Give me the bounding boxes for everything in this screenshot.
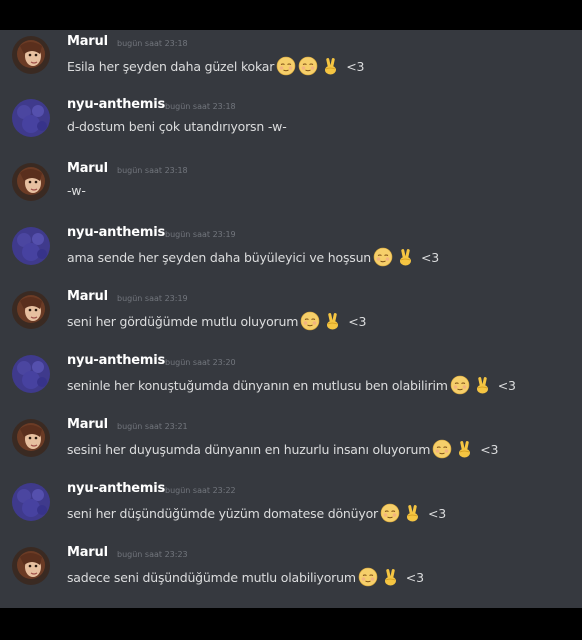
avatar[interactable] xyxy=(12,291,50,329)
avatar[interactable] xyxy=(12,227,50,265)
victory-hand-icon xyxy=(322,311,342,331)
message-content: seni her düşündüğümde yüzüm domatese dön… xyxy=(67,503,446,523)
relieved-face-icon xyxy=(380,503,400,523)
message-text: sesini her duyuşumda dünyanın en huzurlu… xyxy=(67,441,431,457)
message-text: Esila her şeyden daha güzel kokar xyxy=(67,58,275,74)
victory-hand-icon xyxy=(402,503,422,523)
avatar[interactable] xyxy=(12,36,50,74)
message[interactable]: nyu-anthemis bugün saat 23:19 ama sende he… xyxy=(0,225,582,285)
message[interactable]: Marul bugün saat 23:19 seni her gördüğümde… xyxy=(0,289,582,349)
message-timestamp: bugün saat 23:21 xyxy=(117,422,188,431)
message-suffix: <3 xyxy=(497,377,516,393)
avatar[interactable] xyxy=(12,355,50,393)
avatar[interactable] xyxy=(12,547,50,585)
victory-hand-icon xyxy=(454,439,474,459)
relieved-face-icon xyxy=(450,375,470,395)
message-suffix: <3 xyxy=(480,441,499,457)
message-timestamp: bugün saat 23:23 xyxy=(117,550,188,559)
message-timestamp: bugün saat 23:20 xyxy=(165,358,236,367)
message[interactable]: Marul bugün saat 23:21 sesini her duyuşumd… xyxy=(0,417,582,477)
victory-hand-icon xyxy=(380,567,400,587)
message-author[interactable]: Marul xyxy=(67,417,108,432)
message-content: seni her gördüğümde mutlu oluyorum <3 xyxy=(67,311,366,331)
message-text: -w- xyxy=(67,183,86,198)
message-content: sadece seni düşündüğümde mutlu olabiliyo… xyxy=(67,567,424,587)
message-author[interactable]: nyu-anthemis xyxy=(67,225,165,240)
message-content: seninle her konuştuğumda dünyanın en mut… xyxy=(67,375,516,395)
message-text: d-dostum beni çok utandırıyorsn -w- xyxy=(67,119,287,134)
message-timestamp: bugün saat 23:19 xyxy=(165,230,236,239)
message-content: d-dostum beni çok utandırıyorsn -w- xyxy=(67,119,287,134)
message-text: sadece seni düşündüğümde mutlu olabiliyo… xyxy=(67,569,356,585)
relieved-face-icon xyxy=(298,56,318,76)
relieved-face-icon xyxy=(276,56,296,76)
message-suffix: <3 xyxy=(421,249,440,265)
relieved-face-icon xyxy=(432,439,452,459)
message[interactable]: Marul bugün saat 23:18 -w- xyxy=(0,161,582,221)
message-timestamp: bugün saat 23:22 xyxy=(165,486,236,495)
message-text: ama sende her şeyden daha büyüleyici ve … xyxy=(67,249,372,265)
message-timestamp: bugün saat 23:18 xyxy=(117,39,188,48)
message-suffix: <3 xyxy=(405,569,424,585)
message[interactable]: nyu-anthemis bugün saat 23:22 seni her düş… xyxy=(0,481,582,541)
message-author[interactable]: Marul xyxy=(67,34,108,49)
message-author[interactable]: nyu-anthemis xyxy=(67,97,165,112)
message-timestamp: bugün saat 23:18 xyxy=(165,102,236,111)
victory-hand-icon xyxy=(472,375,492,395)
message-text: seninle her konuştuğumda dünyanın en mut… xyxy=(67,377,448,393)
chat-messages[interactable]: Marul bugün saat 23:18 Esila her şeyden da… xyxy=(0,30,582,608)
message-content: sesini her duyuşumda dünyanın en huzurlu… xyxy=(67,439,498,459)
relieved-face-icon xyxy=(300,311,320,331)
message-author[interactable]: nyu-anthemis xyxy=(67,481,165,496)
message-content: -w- xyxy=(67,183,86,198)
victory-hand-icon xyxy=(320,56,340,76)
avatar[interactable] xyxy=(12,163,50,201)
avatar[interactable] xyxy=(12,419,50,457)
avatar[interactable] xyxy=(12,99,50,137)
victory-hand-icon xyxy=(395,247,415,267)
relieved-face-icon xyxy=(373,247,393,267)
message-suffix: <3 xyxy=(346,58,365,74)
message-text: seni her düşündüğümde yüzüm domatese dön… xyxy=(67,505,378,521)
message-timestamp: bugün saat 23:19 xyxy=(117,294,188,303)
message-suffix: <3 xyxy=(427,505,446,521)
message[interactable]: nyu-anthemis bugün saat 23:18 d-dostum ben… xyxy=(0,97,582,157)
relieved-face-icon xyxy=(358,567,378,587)
message-author[interactable]: Marul xyxy=(67,161,108,176)
message-author[interactable]: nyu-anthemis xyxy=(67,353,165,368)
message[interactable]: nyu-anthemis bugün saat 23:20 seninle her … xyxy=(0,353,582,413)
message-author[interactable]: Marul xyxy=(67,289,108,304)
message-content: ama sende her şeyden daha büyüleyici ve … xyxy=(67,247,439,267)
message[interactable]: Marul bugün saat 23:18 Esila her şeyden da… xyxy=(0,34,582,94)
message-timestamp: bugün saat 23:18 xyxy=(117,166,188,175)
message-author[interactable]: Marul xyxy=(67,545,108,560)
avatar[interactable] xyxy=(12,483,50,521)
message[interactable]: Marul bugün saat 23:23 sadece seni düşündü… xyxy=(0,545,582,605)
message-content: Esila her şeyden daha güzel kokar <3 xyxy=(67,56,364,76)
message-text: seni her gördüğümde mutlu oluyorum xyxy=(67,313,299,329)
message-suffix: <3 xyxy=(348,313,367,329)
